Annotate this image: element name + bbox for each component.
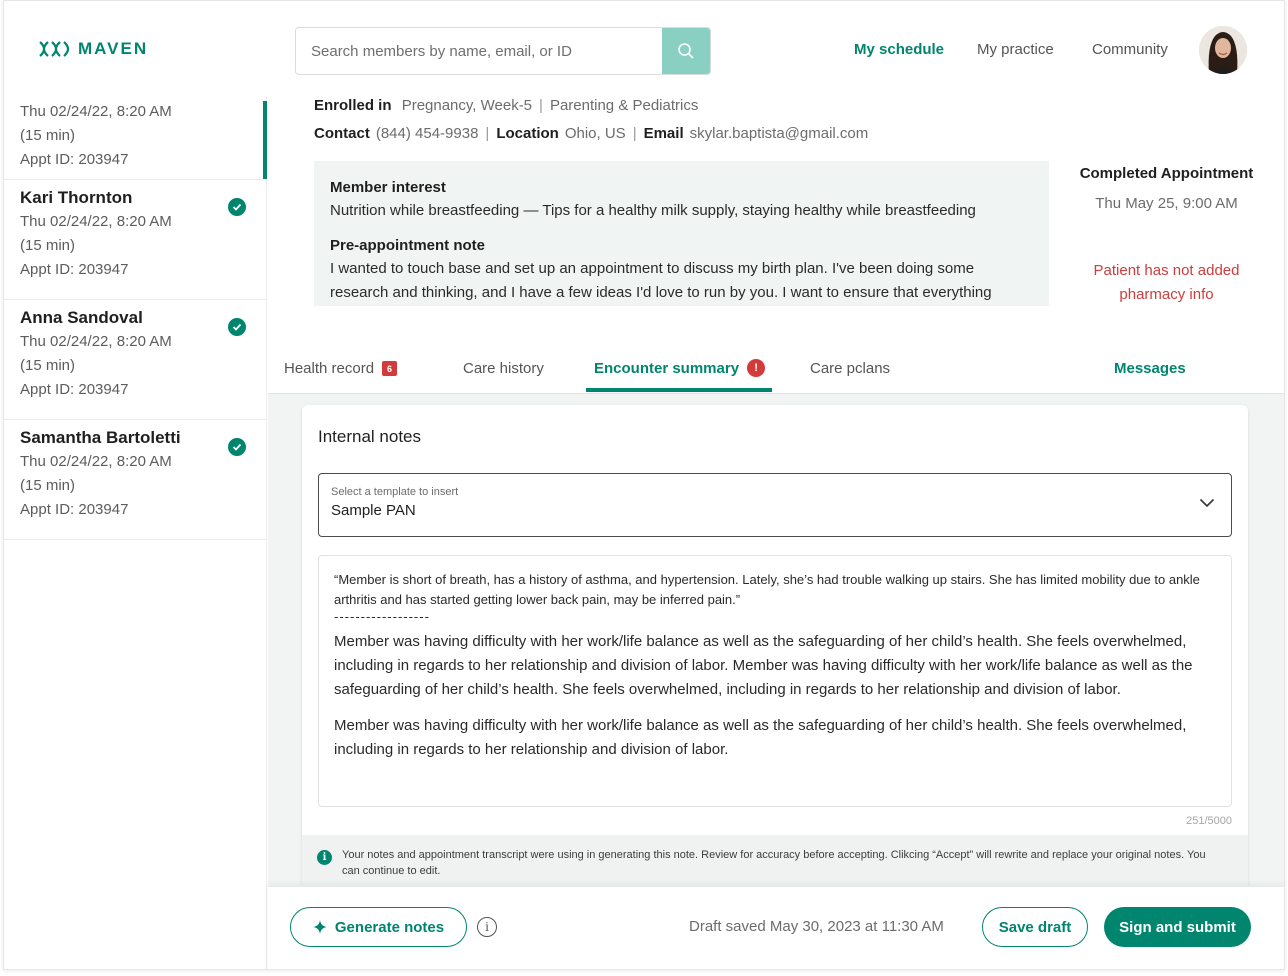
- record-tabs: Health record 6 Care history Encounter s…: [268, 346, 1284, 394]
- appointment-id: Appt ID: 203947: [20, 151, 129, 168]
- member-name: Samantha Bartoletti: [20, 428, 181, 447]
- disclaimer-text: Your notes and appointment transcript we…: [342, 849, 1206, 877]
- interest-heading: Member interest: [330, 179, 446, 196]
- tab-care-history[interactable]: Care history: [463, 360, 544, 377]
- notes-divider: ------------------: [334, 609, 430, 624]
- count-badge: 6: [382, 361, 398, 376]
- ai-disclaimer: i Your notes and appointment transcript …: [302, 835, 1248, 890]
- member-notes-panel: Member interest Nutrition while breastfe…: [314, 161, 1049, 306]
- member-name: Anna Sandoval: [20, 308, 143, 327]
- chevron-down-icon: [1199, 498, 1215, 508]
- sparkle-icon: [312, 920, 327, 934]
- active-indicator: [263, 101, 267, 179]
- generate-notes-button[interactable]: Generate notes: [290, 907, 467, 947]
- appointment-date: Thu 02/24/22, 8:20 AM: [20, 453, 172, 470]
- character-counter: 251/5000: [1186, 815, 1232, 827]
- logo-text: MAVEN: [78, 39, 149, 58]
- tab-label: Care history: [463, 360, 544, 377]
- nav-community[interactable]: Community: [1092, 41, 1168, 58]
- check-circle-icon: [228, 198, 246, 216]
- tab-label: Encounter summary: [594, 359, 740, 377]
- card-title: Internal notes: [318, 427, 422, 446]
- sign-and-submit-button[interactable]: Sign and submit: [1104, 907, 1251, 947]
- tab-care-plans[interactable]: Care pclans: [810, 360, 890, 377]
- maven-logo[interactable]: MAVEN: [38, 39, 148, 59]
- enrolled-label: Enrolled in: [314, 97, 392, 114]
- tab-encounter-summary[interactable]: Encounter summary !: [594, 359, 766, 377]
- contact-row: Contact (844) 454-9938 | Location Ohio, US | E…: [314, 125, 869, 142]
- active-tab-underline: [586, 388, 772, 392]
- appointment-date: Thu 02/24/22, 8:20 AM: [20, 103, 172, 120]
- appointment-list: Thu 02/24/22, 8:20 AM (15 min) Appt ID: …: [4, 97, 267, 969]
- avatar-photo: [1199, 26, 1247, 74]
- location-label: Location: [496, 125, 559, 142]
- appointment-duration: (15 min): [20, 127, 76, 144]
- contact-phone: (844) 454-9938: [375, 125, 479, 142]
- tab-health-record[interactable]: Health record 6: [284, 360, 398, 377]
- alert-icon: !: [747, 359, 766, 377]
- template-select[interactable]: Select a template to insert Sample PAN: [318, 473, 1232, 537]
- appointment-id: Appt ID: 203947: [20, 501, 129, 518]
- pharmacy-warning: Patient has not added pharmacy info: [1064, 259, 1269, 307]
- appointment-duration: (15 min): [20, 477, 76, 494]
- completed-title: Completed Appointment: [1079, 165, 1254, 182]
- appointment-id: Appt ID: 203947: [20, 261, 129, 278]
- pre-note-text: I wanted to touch base and set up an app…: [330, 260, 992, 301]
- appointment-date: Thu 02/24/22, 8:20 AM: [20, 333, 172, 350]
- draft-status: Draft saved May 30, 2023 at 11:30 AM: [689, 918, 944, 935]
- enrolled-program: Parenting & Pediatrics: [549, 97, 699, 114]
- appointment-id: Appt ID: 203947: [20, 381, 129, 398]
- pharmacy-warning-line: Patient has not added: [1093, 262, 1240, 279]
- member-search: [295, 27, 711, 75]
- email-label: Email: [643, 125, 684, 142]
- appointment-duration: (15 min): [20, 357, 76, 374]
- completed-appointment: Completed Appointment Thu May 25, 9:00 A…: [1064, 163, 1269, 212]
- pre-note-heading: Pre-appointment note: [330, 237, 486, 254]
- info-icon[interactable]: i: [477, 917, 497, 937]
- appointment-date: Thu 02/24/22, 8:20 AM: [20, 213, 172, 230]
- tab-label: Health record: [284, 360, 375, 377]
- appointment-item[interactable]: Anna Sandoval Thu 02/24/22, 8:20 AM (15 …: [4, 300, 266, 420]
- tab-label: Messages: [1114, 360, 1186, 377]
- notes-quote: “Member is short of breath, has a histor…: [334, 572, 1200, 607]
- internal-notes-card: Internal notes Select a template to inse…: [302, 405, 1248, 890]
- contact-label: Contact: [314, 125, 370, 142]
- appointment-item[interactable]: Kari Thornton Thu 02/24/22, 8:20 AM (15 …: [4, 180, 266, 300]
- notes-paragraph: Member was having difficulty with her wo…: [334, 717, 1187, 758]
- location-value: Ohio, US: [564, 125, 626, 142]
- user-avatar[interactable]: [1199, 26, 1247, 74]
- search-icon: [678, 43, 694, 59]
- appointment-item[interactable]: Samantha Bartoletti Thu 02/24/22, 8:20 A…: [4, 420, 266, 540]
- member-name: Kari Thornton: [20, 188, 133, 207]
- maven-logo-icon: [39, 41, 70, 57]
- select-value: Sample PAN: [331, 502, 416, 519]
- appointment-item-active[interactable]: Thu 02/24/22, 8:20 AM (15 min) Appt ID: …: [4, 97, 267, 180]
- search-button[interactable]: [662, 28, 710, 74]
- enrolled-program: Pregnancy, Week-5: [401, 97, 533, 114]
- completed-date: Thu May 25, 9:00 AM: [1095, 195, 1238, 212]
- enrollment-row: Enrolled in Pregnancy, Week-5 | Parenting …: [314, 97, 699, 114]
- select-label: Select a template to insert: [331, 486, 459, 498]
- action-footer: Generate notes i Draft saved May 30, 202…: [268, 886, 1284, 969]
- save-draft-button[interactable]: Save draft: [982, 907, 1088, 947]
- nav-my-schedule[interactable]: My schedule: [854, 41, 944, 58]
- search-input[interactable]: [296, 28, 662, 74]
- check-circle-icon: [228, 318, 246, 336]
- interest-text: Nutrition while breastfeeding — Tips for…: [330, 202, 976, 219]
- notes-paragraph: Member was having difficulty with her wo…: [334, 633, 1193, 698]
- button-label: Generate notes: [334, 918, 445, 936]
- email-value: skylar.baptista@gmail.com: [689, 125, 869, 142]
- tab-messages[interactable]: Messages: [1114, 360, 1186, 377]
- appointment-duration: (15 min): [20, 237, 76, 254]
- check-circle-icon: [228, 438, 246, 456]
- app-window: MAVEN My schedule My practice Community …: [3, 0, 1285, 970]
- info-circle-icon: i: [317, 850, 332, 865]
- notes-textarea[interactable]: “Member is short of breath, has a histor…: [318, 555, 1232, 807]
- pharmacy-warning-line: pharmacy info: [1119, 286, 1214, 303]
- nav-my-practice[interactable]: My practice: [977, 41, 1054, 58]
- tab-label: Care pclans: [810, 360, 891, 377]
